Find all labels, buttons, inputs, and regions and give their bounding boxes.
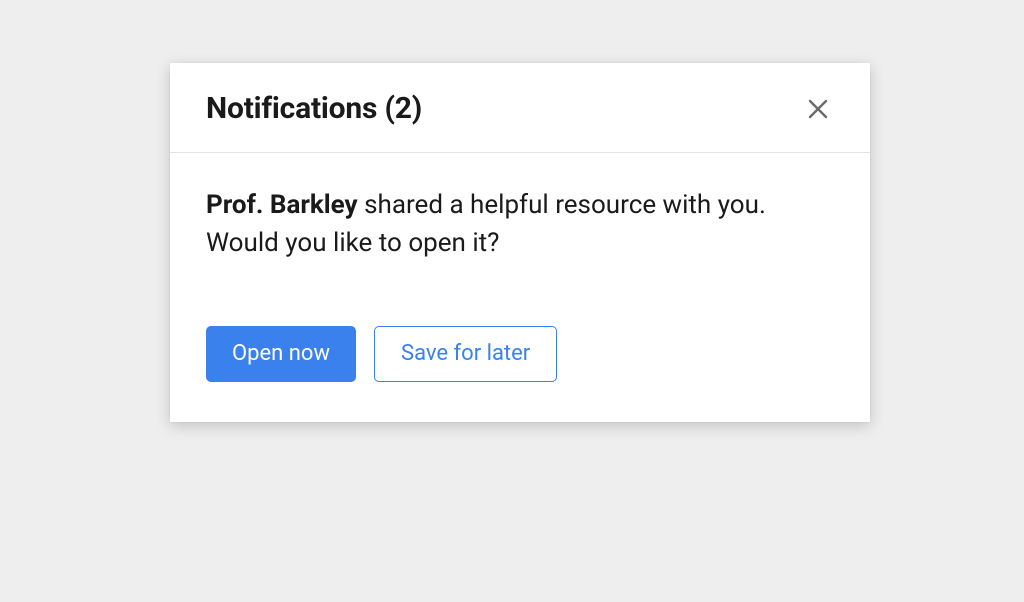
save-for-later-button[interactable]: Save for later bbox=[374, 326, 557, 382]
card-body: Prof. Barkley shared a helpful resource … bbox=[170, 153, 870, 422]
card-title: Notifications (2) bbox=[206, 91, 422, 126]
message-sender: Prof. Barkley bbox=[206, 190, 358, 220]
action-row: Open now Save for later bbox=[206, 326, 834, 382]
notification-message: Prof. Barkley shared a helpful resource … bbox=[206, 187, 834, 262]
open-now-button[interactable]: Open now bbox=[206, 326, 356, 382]
notification-card: Notifications (2) Prof. Barkley shared a… bbox=[170, 63, 870, 422]
close-button[interactable] bbox=[802, 93, 834, 125]
close-icon bbox=[806, 97, 830, 121]
card-header: Notifications (2) bbox=[170, 63, 870, 153]
